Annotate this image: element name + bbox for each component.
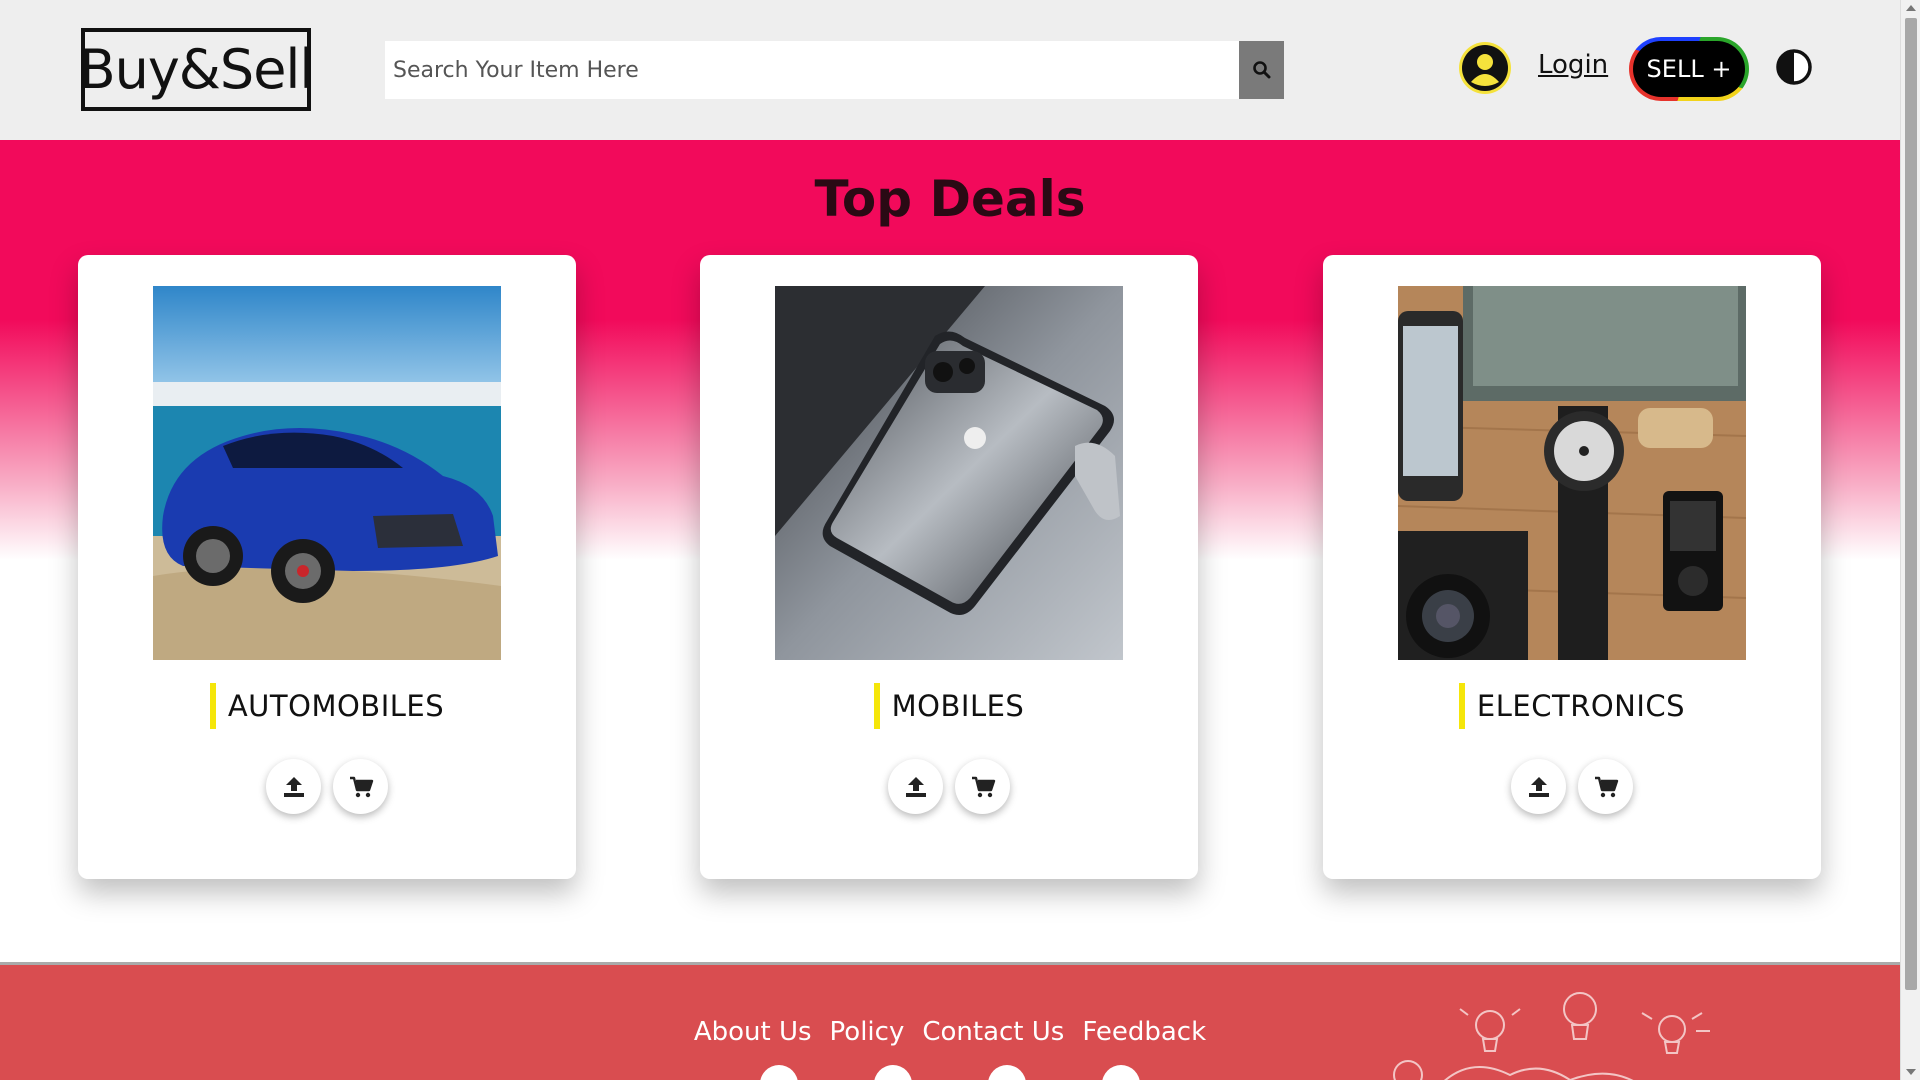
search-bar: [385, 41, 1284, 99]
deal-label[interactable]: AUTOMOBILES: [209, 683, 444, 729]
cart-button[interactable]: [1578, 759, 1633, 814]
twitter-icon[interactable]: [988, 1065, 1026, 1080]
sell-button[interactable]: SELL +: [1633, 41, 1745, 97]
search-input[interactable]: [385, 41, 1239, 99]
user-avatar[interactable]: [1459, 42, 1511, 94]
deal-image-gadgets[interactable]: [1398, 286, 1746, 660]
upload-icon: [905, 776, 926, 797]
deal-image-phone[interactable]: [775, 286, 1123, 660]
page: Buy&Sell Login SELL +: [0, 0, 1920, 1080]
user-avatar-icon: [1462, 45, 1508, 91]
cart-button[interactable]: [955, 759, 1010, 814]
section-title: Top Deals: [814, 170, 1086, 228]
scroll-up-arrow-icon[interactable]: [1906, 5, 1916, 11]
footer-link-feedback[interactable]: Feedback: [1082, 1017, 1206, 1047]
deal-image-car[interactable]: [153, 286, 501, 660]
cart-icon: [971, 776, 995, 797]
contrast-icon: [1776, 49, 1812, 85]
scroll-thumb[interactable]: [1905, 18, 1917, 990]
search-button[interactable]: [1239, 41, 1284, 99]
deal-card-automobiles[interactable]: AUTOMOBILES: [78, 255, 576, 879]
site-logo[interactable]: Buy&Sell: [79, 28, 314, 111]
footer-social: [0, 1065, 1900, 1080]
deal-label[interactable]: MOBILES: [873, 683, 1025, 729]
upload-button[interactable]: [1511, 759, 1566, 814]
upload-icon: [283, 776, 304, 797]
header: Buy&Sell Login SELL +: [0, 0, 1900, 140]
upload-icon: [1528, 776, 1549, 797]
search-icon: [1252, 61, 1270, 79]
top-deals-section: Top Deals AUTOMOBILES MOBILES ELECTRONIC…: [0, 140, 1900, 962]
instagram-icon[interactable]: [874, 1065, 912, 1080]
deal-label[interactable]: ELECTRONICS: [1458, 683, 1685, 729]
deal-actions: [700, 759, 1198, 814]
footer: About Us Policy Contact Us Feedback: [0, 962, 1900, 1080]
cart-icon: [1594, 776, 1618, 797]
upload-button[interactable]: [266, 759, 321, 814]
theme-toggle[interactable]: [1775, 48, 1813, 86]
deal-card-mobiles[interactable]: MOBILES: [700, 255, 1198, 879]
cart-icon: [349, 776, 373, 797]
deal-card-electronics[interactable]: ELECTRONICS: [1323, 255, 1821, 879]
footer-link-contact[interactable]: Contact Us: [922, 1017, 1064, 1047]
upload-button[interactable]: [888, 759, 943, 814]
deal-actions: [78, 759, 576, 814]
facebook-icon[interactable]: [760, 1065, 798, 1080]
sell-button-ring: SELL +: [1629, 37, 1749, 101]
scroll-down-arrow-icon[interactable]: [1906, 1069, 1916, 1075]
cart-button[interactable]: [333, 759, 388, 814]
deal-actions: [1323, 759, 1821, 814]
footer-links: About Us Policy Contact Us Feedback: [0, 1017, 1900, 1047]
page-scrollbar[interactable]: [1900, 0, 1920, 1080]
footer-link-policy[interactable]: Policy: [830, 1017, 905, 1047]
telegram-icon[interactable]: [1102, 1065, 1140, 1080]
login-link[interactable]: Login: [1538, 50, 1608, 80]
footer-link-about[interactable]: About Us: [694, 1017, 812, 1047]
